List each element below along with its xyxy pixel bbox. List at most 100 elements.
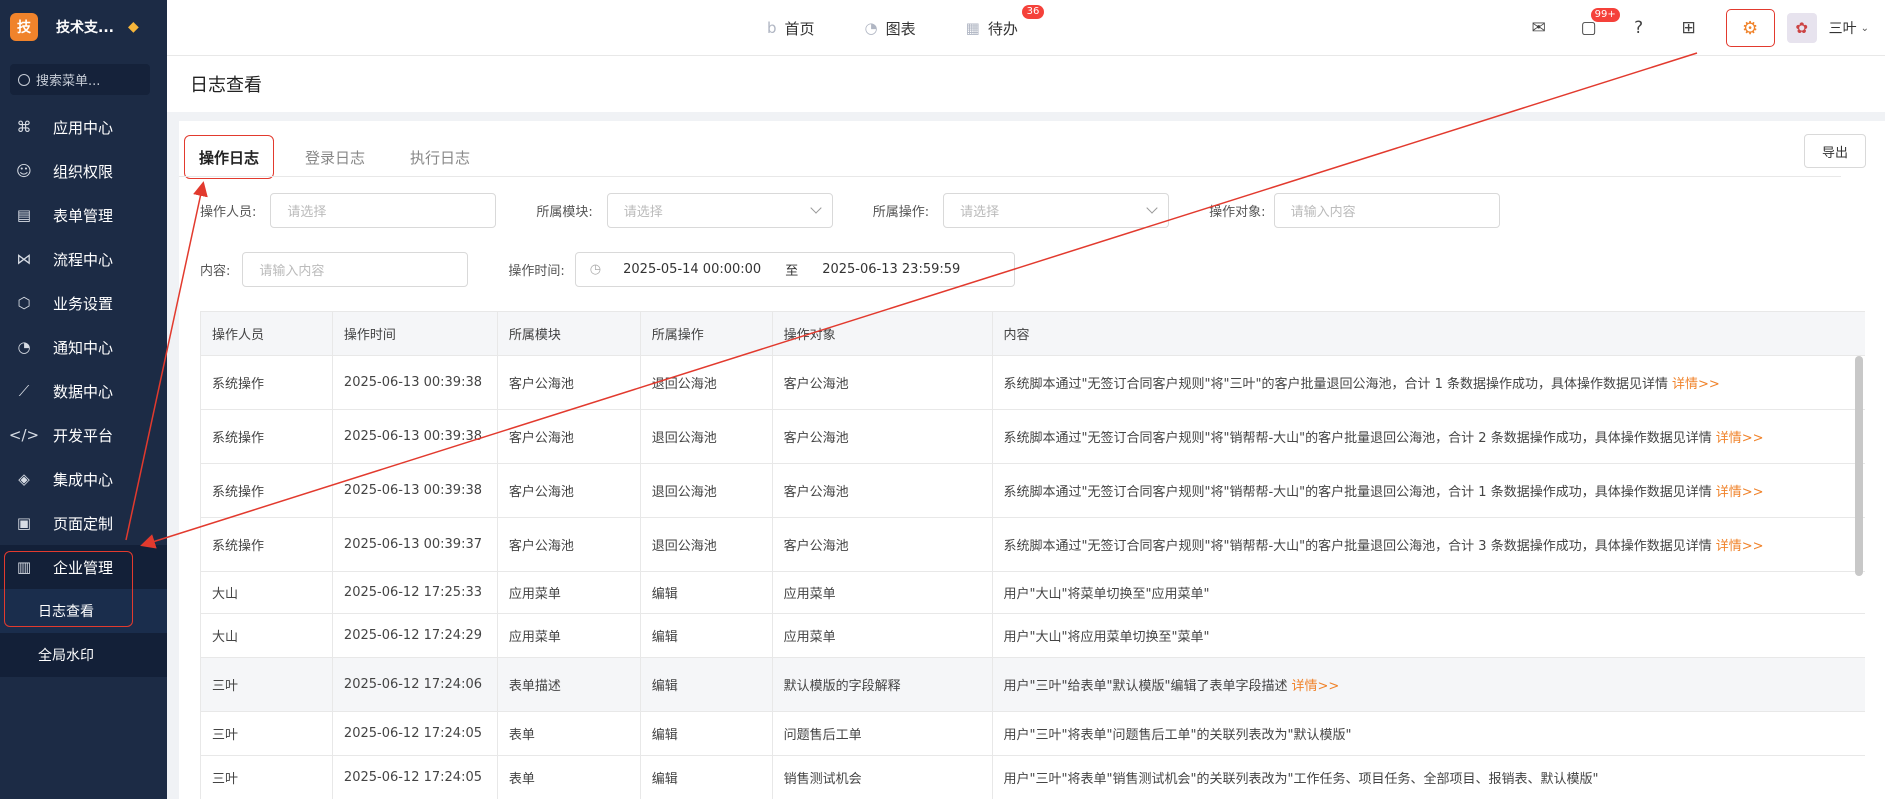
action-select[interactable]: 请选择 <box>943 193 1170 228</box>
table-row[interactable]: 系统操作 2025-06-13 00:39:38 客户公海池 退回公海池 客户公海池 系统… <box>201 464 1865 518</box>
sidebar-item-integration[interactable]: ◈ 集成中心 <box>0 457 167 501</box>
sidebar-item-label: 流程中心 <box>53 250 114 269</box>
sidebar-item-flow[interactable]: ⋈ 流程中心 <box>0 237 167 281</box>
export-button[interactable]: 导出 <box>1804 134 1866 168</box>
cell-module: 表单 <box>498 756 641 799</box>
grid-icon[interactable]: ⊞ <box>1679 18 1699 38</box>
detail-link[interactable]: 详情>> <box>1716 535 1764 554</box>
cell-action: 编辑 <box>641 712 773 755</box>
page-header: 日志查看 <box>167 56 1885 112</box>
table-row[interactable]: 系统操作 2025-06-13 00:39:38 客户公海池 退回公海池 客户公海池 系统… <box>201 356 1865 410</box>
target-placeholder: 请输入内容 <box>1290 205 1356 220</box>
page-icon: ▣ <box>16 514 32 532</box>
content-input[interactable]: 请输入内容 <box>242 252 469 287</box>
mail-icon[interactable]: ✉ <box>1529 18 1549 38</box>
sidebar-item-enterprise[interactable]: ▥ 企业管理 <box>0 545 167 589</box>
avatar[interactable]: ✿ <box>1786 13 1817 43</box>
time-end[interactable]: 2025-06-13 23:59:59 <box>822 262 960 277</box>
cell-action: 编辑 <box>641 614 773 657</box>
nav-home-label: 首页 <box>784 19 815 38</box>
table-scrollbar[interactable] <box>1855 356 1863 576</box>
operator-label: 操作人员: <box>200 205 257 220</box>
nav-todo[interactable]: ▦ 待办 36 <box>966 4 1045 39</box>
table-row[interactable]: 系统操作 2025-06-13 00:39:38 客户公海池 退回公海池 客户公海池 系统… <box>201 410 1865 464</box>
cell-time: 2025-06-12 17:24:29 <box>333 614 498 657</box>
detail-link[interactable]: 详情>> <box>1716 481 1764 500</box>
table-header: 操作人员 操作时间 所属模块 所属操作 操作对象 内容 <box>201 312 1865 356</box>
user-name[interactable]: 三叶 <box>1829 18 1857 38</box>
tab-login-log[interactable]: 登录日志 <box>291 135 379 179</box>
action-label: 所属操作: <box>872 205 930 220</box>
code-icon: </> <box>8 426 40 444</box>
chat-icon[interactable]: ▢ 99+ <box>1579 8 1620 38</box>
sidebar-item-data[interactable]: ⟋ 数据中心 <box>0 369 167 413</box>
cell-action: 编辑 <box>641 658 773 711</box>
sidebar-item-label: 页面定制 <box>53 514 114 533</box>
content-text: 用户"三叶"给表单"默认模版"编辑了表单字段描述 <box>1003 679 1288 694</box>
operator-select[interactable]: 请选择 <box>270 193 497 228</box>
sidebar-item-dev[interactable]: </> 开发平台 <box>0 413 167 457</box>
content-text: 系统脚本通过"无签订合同客户规则"将"三叶"的客户批量退回公海池，合计 1 条数… <box>1003 377 1669 392</box>
sidebar-subitem-logs[interactable]: 日志查看 <box>0 589 167 633</box>
cell-module: 应用菜单 <box>498 572 641 613</box>
cell-time: 2025-06-13 00:39:38 <box>333 410 498 463</box>
cell-time: 2025-06-12 17:24:05 <box>333 712 498 755</box>
sidebar-item-business[interactable]: ⬡ 业务设置 <box>0 281 167 325</box>
target-input[interactable]: 请输入内容 <box>1273 193 1500 228</box>
cell-operator: 系统操作 <box>201 464 333 517</box>
detail-link[interactable]: 详情>> <box>1291 675 1339 694</box>
sidebar-item-page[interactable]: ▣ 页面定制 <box>0 501 167 545</box>
table-row[interactable]: 三叶 2025-06-12 17:24:05 表单 编辑 销售测试机会 用户"三叶"将表单… <box>201 756 1865 799</box>
cell-content: 系统脚本通过"无签订合同客户规则"将"销帮帮-大山"的客户批量退回公海池，合计 … <box>993 518 1865 571</box>
sidebar-item-forms[interactable]: ▤ 表单管理 <box>0 193 167 237</box>
sidebar-item-org[interactable]: ☺ 组织权限 <box>0 149 167 193</box>
sidebar: 技 技术支... ◆ 搜索菜单... ⌘ 应用中心 ☺ 组织权限 ▤ 表单管理 ⋈ 流程… <box>0 0 167 799</box>
table-row[interactable]: 三叶 2025-06-12 17:24:06 表单描述 编辑 默认模版的字段解释 用户"三… <box>201 658 1865 712</box>
filter-row-1: 操作人员: 请选择 所属模块: 请选择 所属操作: 请选择 操作对象: 请输入内… <box>200 193 1500 228</box>
detail-link[interactable]: 详情>> <box>1672 373 1720 392</box>
brand[interactable]: 技 技术支... ◆ <box>0 0 167 54</box>
target-label: 操作对象: <box>1209 205 1266 220</box>
help-icon[interactable]: ? <box>1629 18 1649 38</box>
time-start[interactable]: 2025-05-14 00:00:00 <box>623 262 761 277</box>
cell-module: 应用菜单 <box>498 614 641 657</box>
cell-time: 2025-06-13 00:39:38 <box>333 356 498 409</box>
table-row[interactable]: 大山 2025-06-12 17:24:29 应用菜单 编辑 应用菜单 用户"大山"将应用… <box>201 614 1865 658</box>
tab-operation-log[interactable]: 操作日志 <box>184 135 275 179</box>
cell-content: 用户"三叶"给表单"默认模版"编辑了表单字段描述 详情>> <box>993 658 1865 711</box>
chevron-down-icon <box>1146 202 1158 214</box>
table-row[interactable]: 三叶 2025-06-12 17:24:05 表单 编辑 问题售后工单 用户"三叶"将表单… <box>201 712 1865 756</box>
content-text: 用户"大山"将菜单切换至"应用菜单" <box>1003 587 1210 602</box>
nav-charts-label: 图表 <box>885 19 916 38</box>
cell-time: 2025-06-13 00:39:37 <box>333 518 498 571</box>
sidebar-item-apps[interactable]: ⌘ 应用中心 <box>0 105 167 149</box>
table-row[interactable]: 系统操作 2025-06-13 00:39:37 客户公海池 退回公海池 客户公海池 系统… <box>201 518 1865 572</box>
chevron-down-icon[interactable]: ⌄ <box>1861 23 1869 34</box>
sidebar-item-label: 应用中心 <box>53 118 114 137</box>
sidebar-item-label: 数据中心 <box>53 382 114 401</box>
cell-target: 默认模版的字段解释 <box>773 658 993 711</box>
cell-content: 用户"大山"将菜单切换至"应用菜单" <box>993 572 1865 613</box>
cell-time: 2025-06-12 17:24:05 <box>333 756 498 799</box>
flow-icon: ⋈ <box>16 250 32 268</box>
table-row[interactable]: 大山 2025-06-12 17:25:33 应用菜单 编辑 应用菜单 用户"大山"将菜单… <box>201 572 1865 614</box>
time-separator: 至 <box>785 264 799 279</box>
header-action: 所属操作 <box>641 312 773 355</box>
diamond-icon: ◆ <box>127 19 139 35</box>
cell-operator: 三叶 <box>201 712 333 755</box>
sidebar-subitem-watermark[interactable]: 全局水印 <box>0 633 167 677</box>
nav-home[interactable]: b 首页 <box>767 18 815 39</box>
cell-content: 系统脚本通过"无签订合同客户规则"将"销帮帮-大山"的客户批量退回公海池，合计 … <box>993 410 1865 463</box>
nav-charts[interactable]: ◔ 图表 <box>865 18 916 39</box>
tab-execution-log[interactable]: 执行日志 <box>396 135 484 179</box>
b-icon: b <box>767 19 777 37</box>
table-body: 系统操作 2025-06-13 00:39:38 客户公海池 退回公海池 客户公海池 系统… <box>201 356 1865 799</box>
cell-module: 客户公海池 <box>498 356 641 409</box>
detail-link[interactable]: 详情>> <box>1716 427 1764 446</box>
menu-search-input[interactable]: 搜索菜单... <box>10 64 150 95</box>
sidebar-item-notify[interactable]: ◔ 通知中心 <box>0 325 167 369</box>
module-select[interactable]: 请选择 <box>606 193 833 228</box>
time-range-picker[interactable]: ◷ 2025-05-14 00:00:00 至 2025-06-13 23:59… <box>574 252 1015 287</box>
content-text: 用户"大山"将应用菜单切换至"菜单" <box>1003 630 1210 645</box>
settings-button[interactable]: ⚙ <box>1725 9 1775 47</box>
